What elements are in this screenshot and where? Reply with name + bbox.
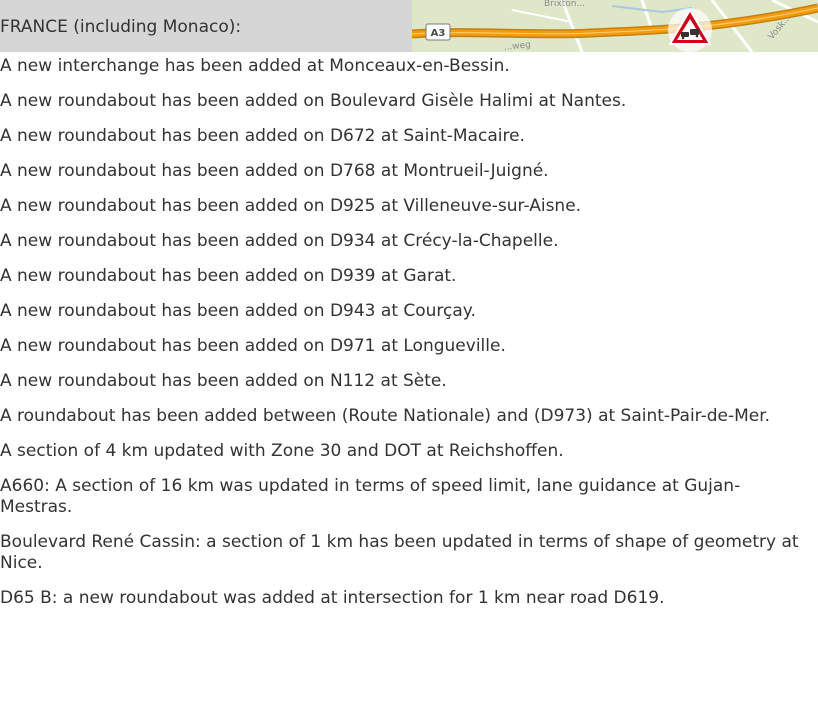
traffic-warning-icon (668, 8, 712, 52)
update-list: A new interchange has been added at Monc… (0, 56, 812, 623)
list-item: A660: A section of 16 km was updated in … (0, 476, 741, 517)
list-item: A new roundabout has been added on D971 … (0, 336, 506, 356)
list-item: A new roundabout has been added on Boule… (0, 91, 627, 111)
list-item: A new roundabout has been added on N112 … (0, 371, 447, 391)
list-item: A new roundabout has been added on D934 … (0, 231, 559, 251)
list-item: A new roundabout has been added on D768 … (0, 161, 549, 181)
list-item: Boulevard René Cassin: a section of 1 km… (0, 532, 799, 573)
list-item: D65 B: a new roundabout was added at int… (0, 588, 665, 608)
list-item: A new roundabout has been added on D925 … (0, 196, 582, 216)
street-label-bottom: ...weg (503, 40, 531, 52)
list-item: A new interchange has been added at Monc… (0, 56, 510, 76)
list-item: A new roundabout has been added on D672 … (0, 126, 525, 146)
road-shield-label: A3 (431, 28, 446, 39)
list-item: A new roundabout has been added on D939 … (0, 266, 457, 286)
map-banner: A3 Brixton... ...weg Vosk... (412, 0, 818, 52)
road-shield-a3: A3 (425, 23, 451, 41)
section-title: FRANCE (including Monaco): (0, 17, 242, 37)
street-label-top: Brixton... (544, 0, 585, 9)
list-item: A new roundabout has been added on D943 … (0, 301, 476, 321)
list-item: A roundabout has been added between (Rou… (0, 406, 771, 426)
list-item: A section of 4 km updated with Zone 30 a… (0, 441, 564, 461)
section-header: FRANCE (including Monaco): A3 Brixton...… (0, 0, 818, 52)
